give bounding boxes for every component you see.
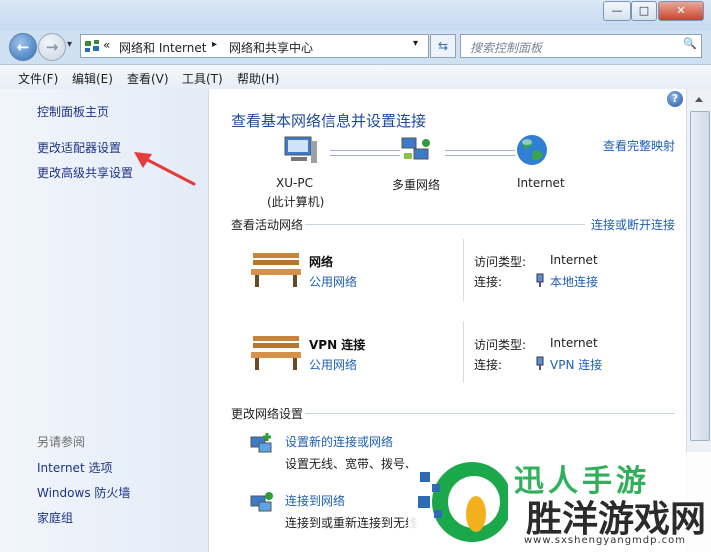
map-link-line-1 xyxy=(330,150,400,156)
active-networks-heading: 查看活动网络 xyxy=(231,218,304,232)
help-icon[interactable]: ? xyxy=(667,91,683,107)
sidebar-link-change-adapter-settings[interactable]: 更改适配器设置 xyxy=(37,139,121,156)
menu-tools[interactable]: 工具(T) xyxy=(182,70,223,87)
connect-to-network-icon xyxy=(250,492,273,512)
menu-edit[interactable]: 编辑(E) xyxy=(72,70,113,87)
minimize-button[interactable]: — xyxy=(603,1,631,21)
active-networks-divider xyxy=(305,224,585,225)
sidebar-link-control-panel-home[interactable]: 控制面板主页 xyxy=(37,103,109,120)
network-2-name: VPN 连接 xyxy=(309,338,366,352)
recent-pages-dropdown-icon[interactable]: ▾ xyxy=(67,39,72,50)
network-1-connection-label: 连接: xyxy=(474,275,503,289)
network-2-connection-link[interactable]: VPN 连接 xyxy=(550,356,602,373)
network-folder-icon xyxy=(85,40,99,52)
address-dropdown-icon[interactable]: ▾ xyxy=(413,38,418,49)
watermark-url: www.sxshengyangmdp.com xyxy=(524,535,687,546)
scroll-up-icon[interactable] xyxy=(695,97,703,102)
map-internet: Internet xyxy=(517,176,565,190)
connect-to-network-description: 连接到或重新连接到无线 xyxy=(285,516,418,530)
change-settings-heading: 更改网络设置 xyxy=(231,407,304,421)
network-2-access-value: Internet xyxy=(550,336,598,350)
map-pc-name: XU-PC xyxy=(276,176,313,190)
scrollbar-thumb[interactable] xyxy=(690,111,710,441)
menu-file[interactable]: 文件(F) xyxy=(18,70,58,87)
network-2-type-link[interactable]: 公用网络 xyxy=(309,356,357,373)
setup-new-connection-link[interactable]: 设置新的连接或网络 xyxy=(285,433,393,450)
search-box[interactable]: 搜索控制面板 🔍 xyxy=(460,34,702,58)
page-heading: 查看基本网络信息并设置连接 xyxy=(231,112,427,130)
title-bar: — □ ✕ xyxy=(0,0,711,30)
network-2-access-label: 访问类型: xyxy=(474,338,527,352)
close-button[interactable]: ✕ xyxy=(658,1,704,21)
new-connection-icon xyxy=(250,433,272,453)
breadcrumb-separator-icon[interactable]: ▸ xyxy=(212,39,217,50)
control-panel-window: — □ ✕ ← → ▾ « 网络和 Internet ▸ 网络和共享中心 ▾ ⇆… xyxy=(0,0,711,552)
setup-new-connection-description: 设置无线、宽带、拨号、 xyxy=(285,457,418,471)
breadcrumb-sharing-center[interactable]: 网络和共享中心 xyxy=(229,39,313,56)
network-2-connection-label: 连接: xyxy=(474,358,503,372)
address-bar[interactable]: « 网络和 Internet ▸ 网络和共享中心 ▾ xyxy=(80,34,429,58)
connect-disconnect-link[interactable]: 连接或断开连接 xyxy=(591,216,675,233)
network-1-access-value: Internet xyxy=(550,253,598,267)
sidebar-link-change-advanced-sharing[interactable]: 更改高级共享设置 xyxy=(37,164,133,181)
public-network-bench-icon xyxy=(251,253,301,287)
menu-help[interactable]: 帮助(H) xyxy=(237,70,279,87)
search-icon[interactable]: 🔍 xyxy=(683,37,697,50)
address-prefix[interactable]: « xyxy=(103,38,110,52)
network-1-connection-icon xyxy=(536,273,544,287)
annotation-arrow-icon xyxy=(134,152,196,186)
view-full-map-link[interactable]: 查看完整映射 xyxy=(603,137,675,154)
maximize-button[interactable]: □ xyxy=(631,1,657,21)
see-also-heading: 另请参阅 xyxy=(37,435,86,449)
menu-view[interactable]: 查看(V) xyxy=(127,70,169,87)
forward-button[interactable]: → xyxy=(38,33,66,61)
map-multiple-networks: 多重网络 xyxy=(392,178,441,192)
sidebar-link-windows-firewall[interactable]: Windows 防火墙 xyxy=(37,484,130,501)
network-2-divider xyxy=(463,321,464,383)
navigation-bar: ← → ▾ « 网络和 Internet ▸ 网络和共享中心 ▾ ⇆ 搜索控制面… xyxy=(0,30,711,64)
sidebar-link-homegroup[interactable]: 家庭组 xyxy=(37,509,73,526)
watermark-banner: 迅人手游 胜洋游戏网 www.sxshengyangmdp.com xyxy=(408,452,711,552)
network-1-divider xyxy=(463,239,464,301)
network-2-connection-icon xyxy=(536,356,544,370)
watermark-logo-icon xyxy=(418,462,508,542)
computer-icon xyxy=(284,136,317,163)
change-settings-divider xyxy=(305,413,675,414)
network-1-connection-link[interactable]: 本地连接 xyxy=(550,273,598,290)
network-1-access-label: 访问类型: xyxy=(474,255,527,269)
connect-to-network-link[interactable]: 连接到网络 xyxy=(285,492,345,509)
multiple-networks-icon xyxy=(401,137,430,160)
map-link-line-2 xyxy=(445,150,515,156)
network-1-name: 网络 xyxy=(309,255,334,269)
map-pc-subtitle: (此计算机) xyxy=(267,195,325,209)
back-button[interactable]: ← xyxy=(9,33,37,61)
refresh-button[interactable]: ⇆ xyxy=(430,34,456,58)
network-1-type-link[interactable]: 公用网络 xyxy=(309,273,357,290)
search-input[interactable]: 搜索控制面板 xyxy=(470,39,542,56)
internet-globe-icon xyxy=(517,135,547,165)
menu-bar: 文件(F) 编辑(E) 查看(V) 工具(T) 帮助(H) xyxy=(0,64,711,90)
breadcrumb-network-internet[interactable]: 网络和 Internet xyxy=(119,39,206,56)
sidebar-link-internet-options[interactable]: Internet 选项 xyxy=(37,459,112,476)
vpn-network-bench-icon xyxy=(251,336,301,370)
